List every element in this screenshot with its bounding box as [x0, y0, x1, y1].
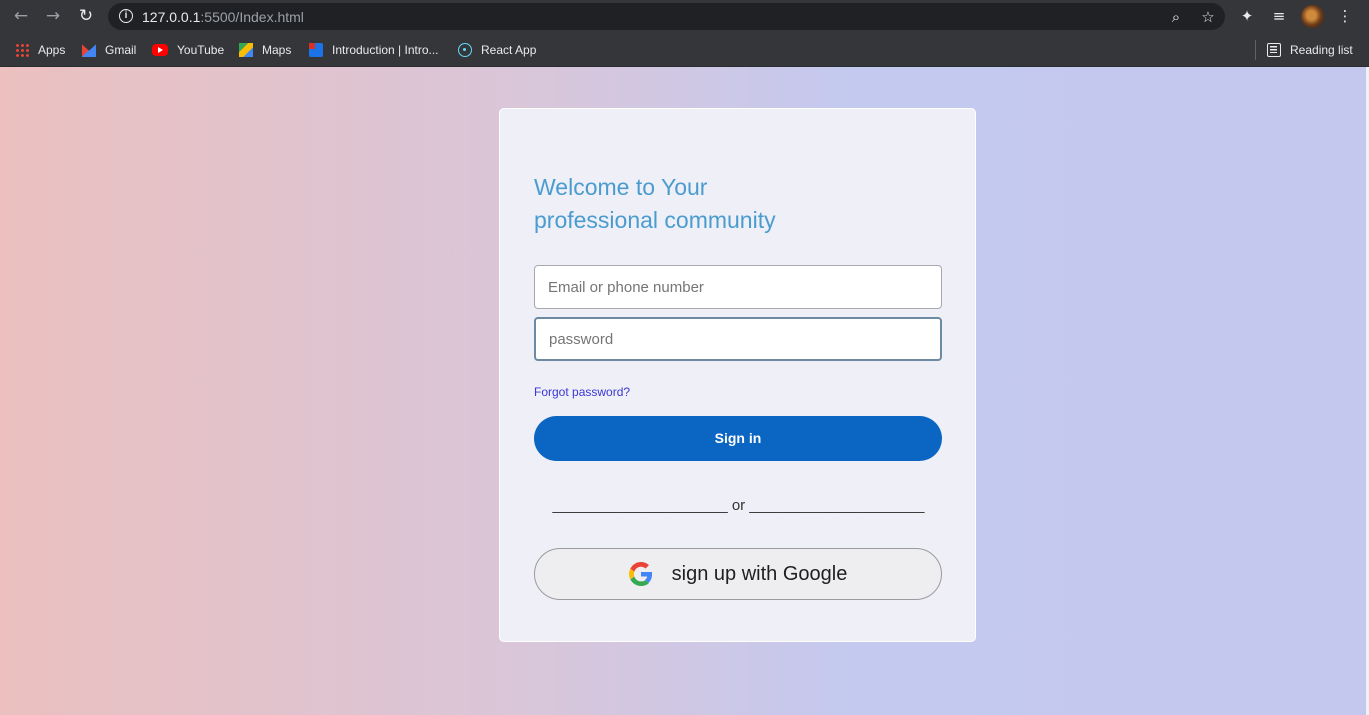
back-arrow-icon[interactable]: ← — [9, 5, 33, 27]
star-bookmark-icon[interactable]: ☆ — [1198, 7, 1218, 27]
bookmark-gmail[interactable]: Gmail — [82, 41, 136, 59]
bookmark-introduction[interactable]: Introduction | Intro... — [309, 41, 439, 59]
bookmark-label: YouTube — [177, 43, 225, 57]
media-queue-icon[interactable]: ≡ — [1269, 6, 1289, 26]
extensions-puzzle-icon[interactable]: ✦ — [1237, 6, 1257, 26]
address-bar[interactable]: i 127.0.0.1:5500/Index.html ⌕ ☆ — [108, 3, 1225, 30]
google-icon — [628, 562, 652, 586]
welcome-heading: Welcome to Your professional community — [534, 171, 834, 237]
bookmark-label: Introduction | Intro... — [332, 43, 439, 57]
reading-list-icon — [1267, 43, 1281, 57]
reload-icon[interactable]: ↻ — [74, 5, 98, 27]
welcome-line-2: professional community — [534, 207, 776, 233]
bookmark-maps[interactable]: Maps — [239, 41, 291, 59]
profile-avatar[interactable] — [1301, 5, 1324, 28]
forward-arrow-icon[interactable]: → — [41, 5, 65, 27]
reading-list-label: Reading list — [1290, 43, 1353, 57]
react-icon — [458, 43, 472, 57]
sign-in-button[interactable]: Sign in — [534, 416, 942, 461]
bookmarks-bar: Apps Gmail YouTube Maps Introduction | I… — [0, 33, 1369, 67]
reading-list-button[interactable]: Reading list — [1267, 41, 1353, 59]
browser-toolbar: ← → ↻ i 127.0.0.1:5500/Index.html ⌕ ☆ ✦ … — [0, 0, 1369, 33]
login-card: Welcome to Your professional community F… — [499, 108, 976, 642]
password-field[interactable] — [534, 317, 942, 361]
bookmark-label: Gmail — [105, 43, 137, 57]
google-signup-label: sign up with Google — [671, 562, 848, 585]
bookmark-react-app[interactable]: React App — [458, 41, 536, 59]
bookmark-label: React App — [481, 43, 537, 57]
kebab-menu-icon[interactable]: ⋮ — [1335, 6, 1355, 26]
gmail-icon — [82, 44, 96, 57]
url-host: 127.0.0.1 — [142, 9, 201, 25]
bookmark-label: Apps — [38, 43, 66, 57]
welcome-line-1: Welcome to Your — [534, 174, 708, 200]
url-text[interactable]: 127.0.0.1:5500/Index.html — [142, 9, 304, 25]
site-info-icon[interactable]: i — [119, 9, 133, 23]
bookmark-label: Maps — [262, 43, 292, 57]
zoom-icon[interactable]: ⌕ — [1166, 7, 1186, 27]
bookmark-youtube[interactable]: YouTube — [152, 41, 224, 59]
or-divider: _____________________ or _______________… — [552, 497, 925, 514]
youtube-icon — [152, 44, 168, 56]
bookmarks-divider — [1255, 40, 1256, 60]
google-signup-button[interactable]: sign up with Google — [534, 548, 942, 600]
url-path: :5500/Index.html — [200, 9, 304, 25]
apps-grid-icon — [15, 43, 29, 57]
email-field[interactable] — [534, 265, 942, 309]
maps-icon — [239, 43, 253, 57]
bookmark-favicon-icon — [309, 43, 323, 57]
bookmark-apps[interactable]: Apps — [15, 41, 65, 59]
forgot-password-link[interactable]: Forgot password? — [534, 385, 630, 399]
page-viewport: Welcome to Your professional community F… — [0, 67, 1366, 715]
